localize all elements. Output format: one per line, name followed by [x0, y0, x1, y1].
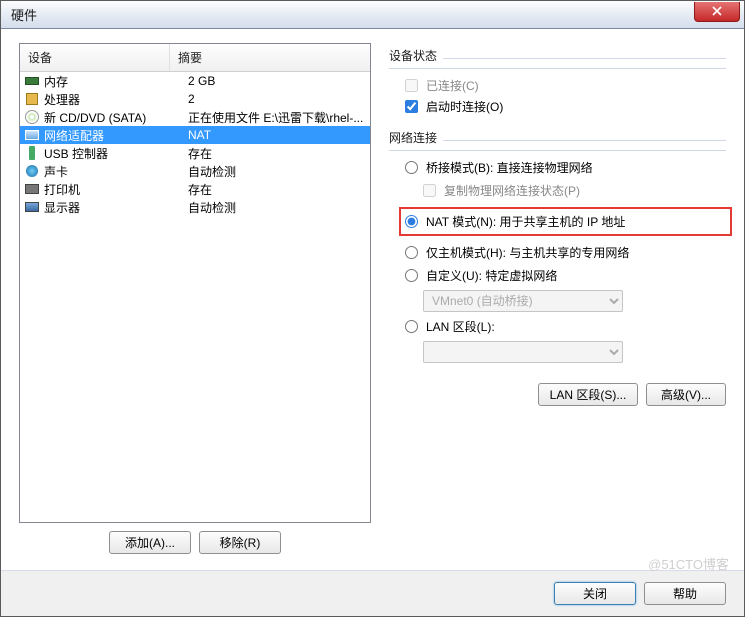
sound-icon — [24, 163, 40, 179]
window-title: 硬件 — [11, 5, 694, 24]
network-connection-group: 网络连接 桥接模式(B): 直接连接物理网络 复制物理网络连接状态(P) NAT… — [389, 129, 726, 363]
add-button[interactable]: 添加(A)... — [109, 531, 191, 554]
table-row[interactable]: 网络适配器NAT — [20, 126, 370, 144]
close-button[interactable] — [694, 2, 740, 22]
close-dialog-button[interactable]: 关闭 — [554, 582, 636, 605]
nat-highlight: NAT 模式(N): 用于共享主机的 IP 地址 — [399, 207, 732, 236]
nat-radio-row[interactable]: NAT 模式(N): 用于共享主机的 IP 地址 — [405, 213, 726, 230]
device-name: 内存 — [44, 73, 188, 90]
device-name: 显示器 — [44, 199, 188, 216]
custom-network-select: VMnet0 (自动桥接) — [423, 290, 623, 312]
remove-button[interactable]: 移除(R) — [199, 531, 281, 554]
device-name: USB 控制器 — [44, 145, 188, 162]
lan-segment-radio-row[interactable]: LAN 区段(L): — [405, 318, 726, 335]
lan-segment-select — [423, 341, 623, 363]
replicate-checkbox — [423, 184, 436, 197]
hardware-dialog: 硬件 设备 摘要 内存2 GB处理器2新 CD/DVD (SATA)正在使用文件… — [0, 0, 745, 617]
bridged-radio[interactable] — [405, 161, 418, 174]
device-name: 处理器 — [44, 91, 188, 108]
col-device[interactable]: 设备 — [20, 44, 170, 71]
device-name: 声卡 — [44, 163, 188, 180]
nat-radio[interactable] — [405, 215, 418, 228]
device-summary: 存在 — [188, 181, 366, 198]
device-summary: 2 — [188, 92, 366, 106]
connect-on-start-checkbox[interactable] — [405, 100, 418, 113]
cpu-icon — [24, 91, 40, 107]
table-row[interactable]: USB 控制器存在 — [20, 144, 370, 162]
network-extra-buttons: LAN 区段(S)... 高级(V)... — [389, 383, 726, 406]
table-row[interactable]: 声卡自动检测 — [20, 162, 370, 180]
device-summary: 自动检测 — [188, 163, 366, 180]
cd-icon — [24, 109, 40, 125]
device-summary: NAT — [188, 128, 366, 142]
settings-pane: 设备状态 已连接(C) 启动时连接(O) 网络连接 — [389, 43, 726, 560]
device-name: 新 CD/DVD (SATA) — [44, 109, 188, 126]
connected-checkbox-row[interactable]: 已连接(C) — [405, 77, 726, 94]
table-header: 设备 摘要 — [20, 44, 370, 72]
table-row[interactable]: 打印机存在 — [20, 180, 370, 198]
custom-radio-row[interactable]: 自定义(U): 特定虚拟网络 — [405, 267, 726, 284]
net-icon — [24, 127, 40, 143]
custom-radio[interactable] — [405, 269, 418, 282]
device-buttons: 添加(A)... 移除(R) — [19, 531, 371, 554]
group-title-network: 网络连接 — [389, 129, 437, 146]
connected-checkbox — [405, 79, 418, 92]
memory-icon — [24, 73, 40, 89]
connect-on-start-row[interactable]: 启动时连接(O) — [405, 98, 726, 115]
device-name: 打印机 — [44, 181, 188, 198]
device-summary: 正在使用文件 E:\迅雷下载\rhel-... — [188, 109, 366, 126]
device-summary: 存在 — [188, 145, 366, 162]
close-icon — [712, 6, 722, 16]
dialog-body: 设备 摘要 内存2 GB处理器2新 CD/DVD (SATA)正在使用文件 E:… — [1, 29, 744, 570]
lan-segments-button[interactable]: LAN 区段(S)... — [538, 383, 638, 406]
device-status-group: 设备状态 已连接(C) 启动时连接(O) — [389, 47, 726, 115]
hostonly-radio-row[interactable]: 仅主机模式(H): 与主机共享的专用网络 — [405, 244, 726, 261]
dialog-footer: 关闭 帮助 — [1, 570, 744, 616]
device-pane: 设备 摘要 内存2 GB处理器2新 CD/DVD (SATA)正在使用文件 E:… — [19, 43, 371, 560]
device-table: 设备 摘要 内存2 GB处理器2新 CD/DVD (SATA)正在使用文件 E:… — [19, 43, 371, 523]
printer-icon — [24, 181, 40, 197]
bridged-radio-row[interactable]: 桥接模式(B): 直接连接物理网络 — [405, 159, 726, 176]
lan-segment-radio[interactable] — [405, 320, 418, 333]
col-summary[interactable]: 摘要 — [170, 44, 370, 71]
advanced-button[interactable]: 高级(V)... — [646, 383, 726, 406]
table-row[interactable]: 显示器自动检测 — [20, 198, 370, 216]
replicate-checkbox-row: 复制物理网络连接状态(P) — [423, 182, 726, 199]
group-title-status: 设备状态 — [389, 47, 437, 64]
table-row[interactable]: 新 CD/DVD (SATA)正在使用文件 E:\迅雷下载\rhel-... — [20, 108, 370, 126]
usb-icon — [24, 145, 40, 161]
display-icon — [24, 199, 40, 215]
device-name: 网络适配器 — [44, 127, 188, 144]
table-row[interactable]: 内存2 GB — [20, 72, 370, 90]
device-summary: 2 GB — [188, 74, 366, 88]
hostonly-radio[interactable] — [405, 246, 418, 259]
device-summary: 自动检测 — [188, 199, 366, 216]
table-row[interactable]: 处理器2 — [20, 90, 370, 108]
titlebar: 硬件 — [1, 1, 744, 29]
help-button[interactable]: 帮助 — [644, 582, 726, 605]
